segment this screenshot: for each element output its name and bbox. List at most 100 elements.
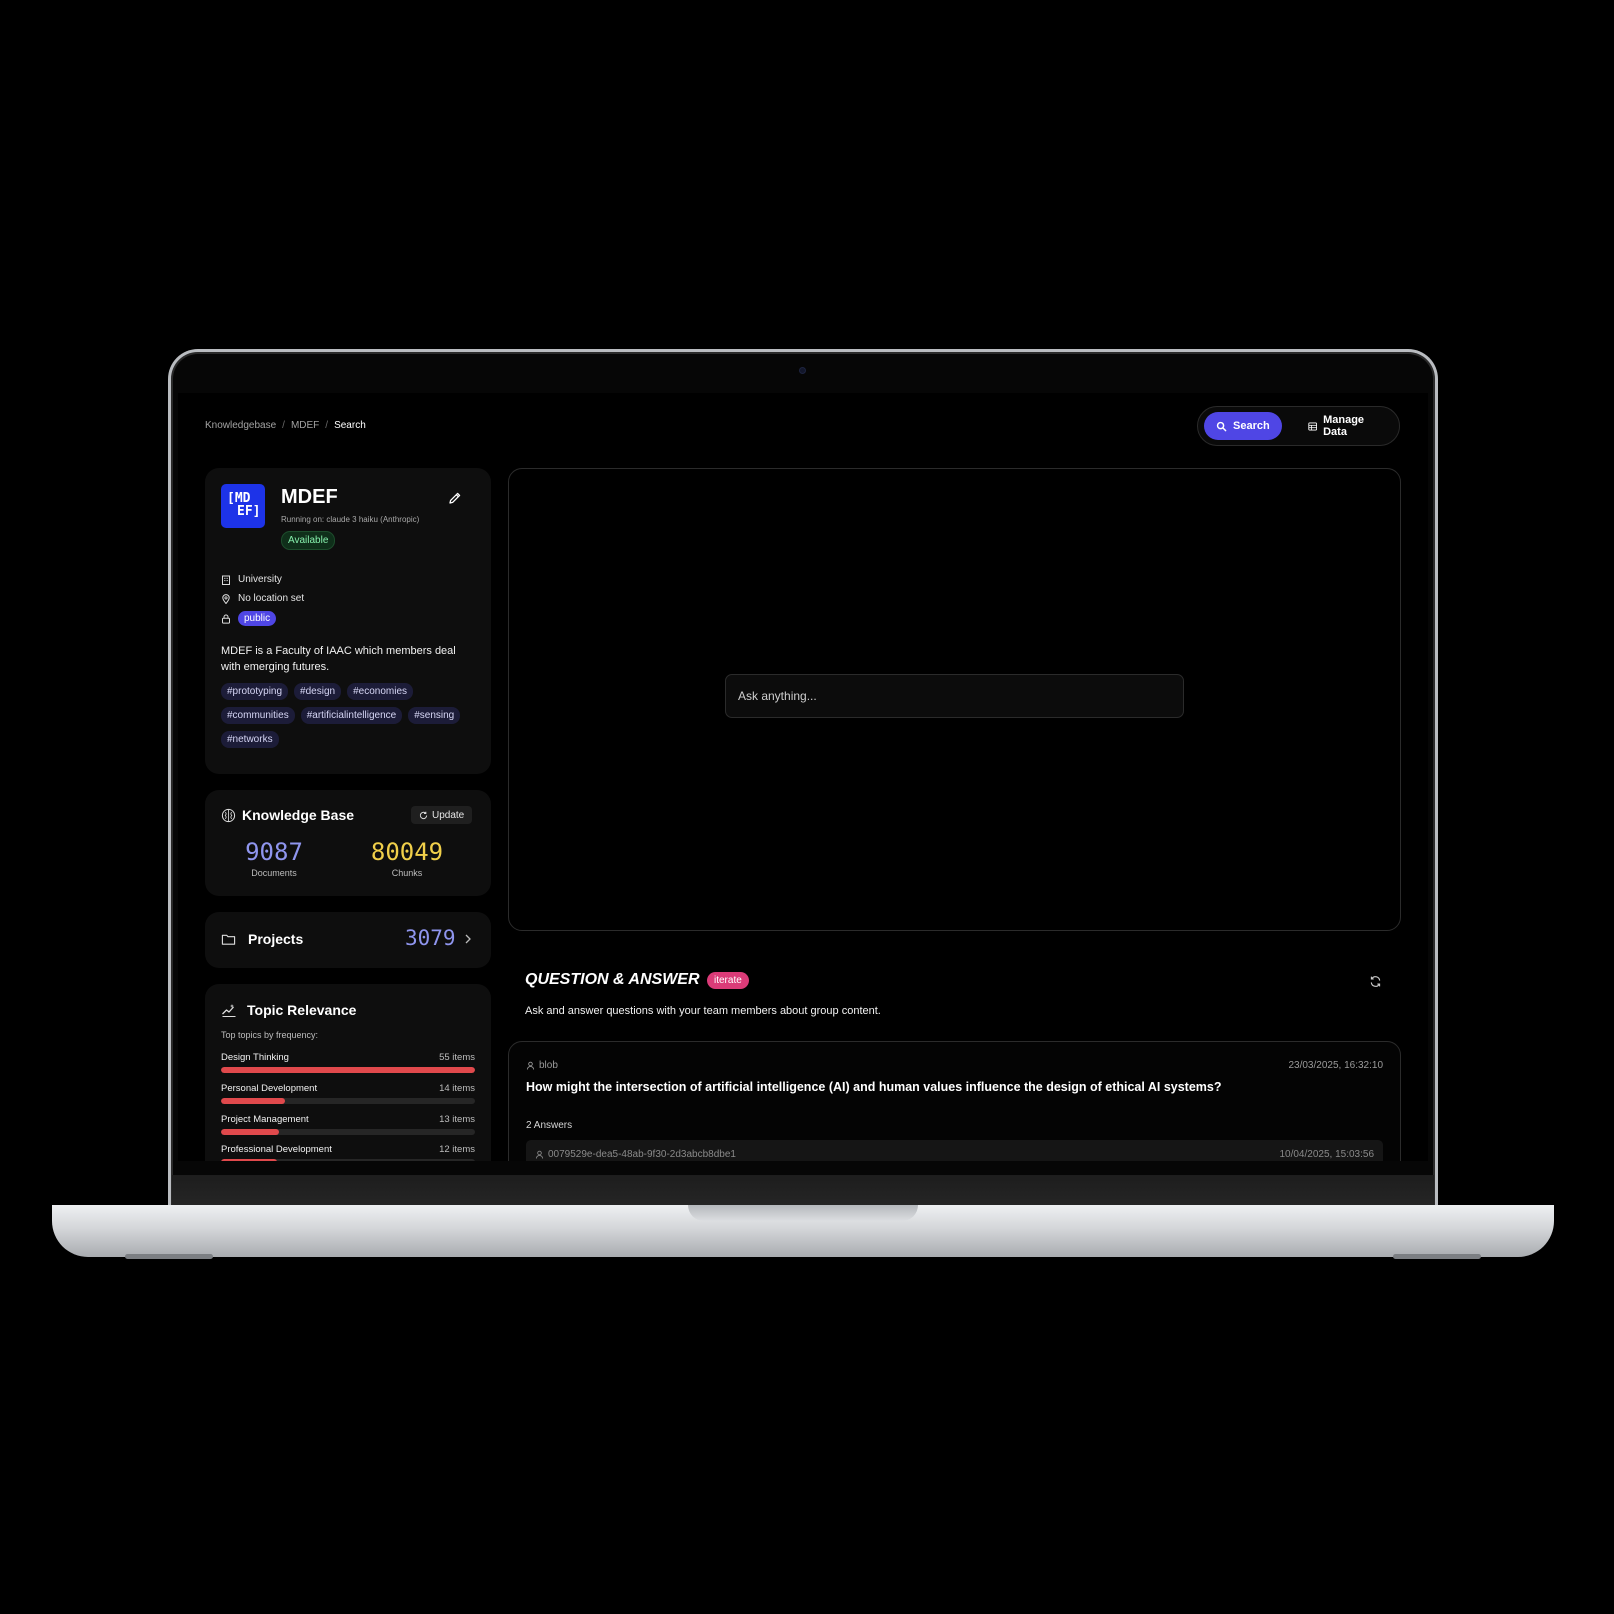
- iterate-badge[interactable]: iterate: [707, 972, 749, 989]
- documents-stat: 9087 Documents: [214, 838, 334, 878]
- location-row: No location set: [221, 593, 304, 604]
- topic-name: Design Thinking: [221, 1052, 289, 1063]
- location: No location set: [238, 593, 305, 604]
- question-author: blob: [526, 1060, 558, 1071]
- brain-icon: [221, 808, 236, 822]
- topic-relevance-title: Topic Relevance: [247, 1002, 357, 1018]
- topic-bar-track: [221, 1159, 475, 1161]
- topic-bar-track: [221, 1129, 475, 1135]
- topic-row: Project Management 13 items: [221, 1114, 475, 1135]
- topic-name: Professional Development: [221, 1144, 332, 1155]
- tag-chip[interactable]: #artificialintelligence: [300, 707, 403, 724]
- topic-relevance-heading: Topic Relevance: [221, 1002, 356, 1018]
- qa-title: QUESTION & ANSWER: [525, 971, 700, 988]
- search-icon: [1216, 421, 1227, 431]
- tag-chip[interactable]: #economies: [347, 683, 413, 700]
- question-text: How might the intersection of artificial…: [526, 1080, 1222, 1094]
- knowledge-base-heading: Knowledge Base: [221, 807, 354, 823]
- camera-icon: [799, 367, 806, 374]
- tag-chip[interactable]: #prototyping: [221, 683, 289, 700]
- topic-bar-fill: [221, 1098, 285, 1104]
- user-icon: [535, 1150, 544, 1159]
- topic-name: Project Management: [221, 1114, 309, 1125]
- topic-count: 12 items: [439, 1144, 475, 1155]
- breadcrumb-mdef[interactable]: MDEF: [291, 420, 319, 431]
- question-date: 23/03/2025, 16:32:10: [1288, 1060, 1383, 1071]
- topic-bar-track: [221, 1098, 475, 1104]
- topic-count: 14 items: [439, 1083, 475, 1094]
- search-tab-label: Search: [1233, 420, 1270, 432]
- laptop-foot: [125, 1254, 213, 1259]
- answer-item[interactable]: 0079529e-dea5-48ab-9f30-2d3abcb8dbe1 10/…: [526, 1140, 1383, 1161]
- laptop-foot: [1393, 1254, 1481, 1259]
- trend-sparkle-icon: [222, 1004, 236, 1017]
- answer-author-id: 0079529e-dea5-48ab-9f30-2d3abcb8dbe1: [548, 1149, 736, 1160]
- tag-chip[interactable]: #design: [294, 683, 342, 700]
- table-icon: [1308, 422, 1317, 430]
- laptop-notch: [688, 1205, 918, 1221]
- group-logo: [MD EF]: [221, 484, 265, 528]
- manage-data-tab-label: Manage Data: [1323, 414, 1365, 438]
- projects-title: Projects: [248, 931, 304, 947]
- update-button-label: Update: [432, 809, 465, 821]
- group-type: University: [238, 574, 282, 585]
- tag-chip[interactable]: #sensing: [408, 707, 461, 724]
- topic-relevance-card: Topic Relevance Top topics by frequency:…: [205, 984, 491, 1161]
- refresh-icon: [419, 811, 428, 819]
- documents-label: Documents: [251, 868, 297, 878]
- documents-count: 9087: [245, 838, 303, 866]
- refresh-icon[interactable]: [1369, 975, 1382, 988]
- logo-text-2: EF]: [237, 504, 261, 519]
- tag-chip[interactable]: #communities: [221, 707, 295, 724]
- breadcrumb-current: Search: [334, 420, 366, 431]
- group-description: MDEF is a Faculty of IAAC which members …: [221, 645, 456, 673]
- knowledge-base-card: Knowledge Base Update 9087 Documents 800…: [205, 790, 491, 896]
- visibility-row: public: [221, 611, 277, 626]
- answer-count: 2 Answers: [526, 1120, 573, 1131]
- projects-card[interactable]: Projects 3079: [205, 912, 491, 968]
- ask-input[interactable]: [725, 674, 1184, 718]
- tag-chip[interactable]: #networks: [221, 731, 279, 748]
- topic-count: 55 items: [439, 1052, 475, 1063]
- group-profile-card: [MD EF] MDEF Running on: claude 3 haiku …: [205, 468, 491, 774]
- question-card[interactable]: blob 23/03/2025, 16:32:10 How might the …: [508, 1041, 1401, 1161]
- topic-row: Design Thinking 55 items: [221, 1052, 475, 1073]
- view-switcher: Search Manage Data: [1197, 406, 1400, 446]
- topic-bar-fill: [221, 1129, 280, 1135]
- answer-date: 10/04/2025, 15:03:56: [1279, 1149, 1374, 1160]
- topic-bar-track: [221, 1067, 475, 1073]
- topic-count: 13 items: [439, 1114, 475, 1125]
- lock-icon: [222, 614, 230, 624]
- status-badge: Available: [281, 531, 336, 550]
- map-pin-icon: [222, 593, 230, 604]
- manage-data-tab[interactable]: Manage Data: [1296, 412, 1393, 440]
- topic-name: Personal Development: [221, 1083, 318, 1094]
- search-panel: [508, 468, 1401, 931]
- group-type-row: University: [221, 574, 282, 585]
- qa-subtitle: Ask and answer questions with your team …: [525, 1005, 881, 1017]
- chunks-label: Chunks: [391, 868, 423, 878]
- search-tab[interactable]: Search: [1204, 412, 1282, 440]
- projects-heading: Projects: [221, 931, 303, 947]
- topic-row: Professional Development 12 items: [221, 1144, 475, 1161]
- building-icon: [222, 575, 230, 585]
- answer-author: 0079529e-dea5-48ab-9f30-2d3abcb8dbe1: [535, 1149, 736, 1160]
- user-icon: [526, 1061, 535, 1070]
- question-author-name: blob: [539, 1060, 558, 1071]
- folder-icon: [221, 934, 236, 945]
- app-screen: Knowledgebase / MDEF / Search Search Man…: [178, 393, 1428, 1161]
- topic-bar-fill: [221, 1159, 277, 1161]
- chunks-stat: 80049 Chunks: [347, 838, 467, 878]
- chunks-count: 80049: [370, 838, 444, 866]
- breadcrumb-knowledgebase[interactable]: Knowledgebase: [205, 420, 276, 431]
- visibility-badge: public: [238, 611, 277, 626]
- topic-bar-fill: [221, 1067, 475, 1073]
- knowledge-base-title: Knowledge Base: [242, 807, 355, 823]
- chevron-right-icon: [465, 934, 471, 944]
- topic-row: Personal Development 14 items: [221, 1083, 475, 1104]
- pencil-icon[interactable]: [448, 491, 462, 505]
- update-button[interactable]: Update: [411, 806, 473, 824]
- laptop-hinge: [172, 1175, 1434, 1205]
- group-name: MDEF: [281, 486, 338, 508]
- breadcrumb: Knowledgebase / MDEF / Search: [205, 420, 366, 431]
